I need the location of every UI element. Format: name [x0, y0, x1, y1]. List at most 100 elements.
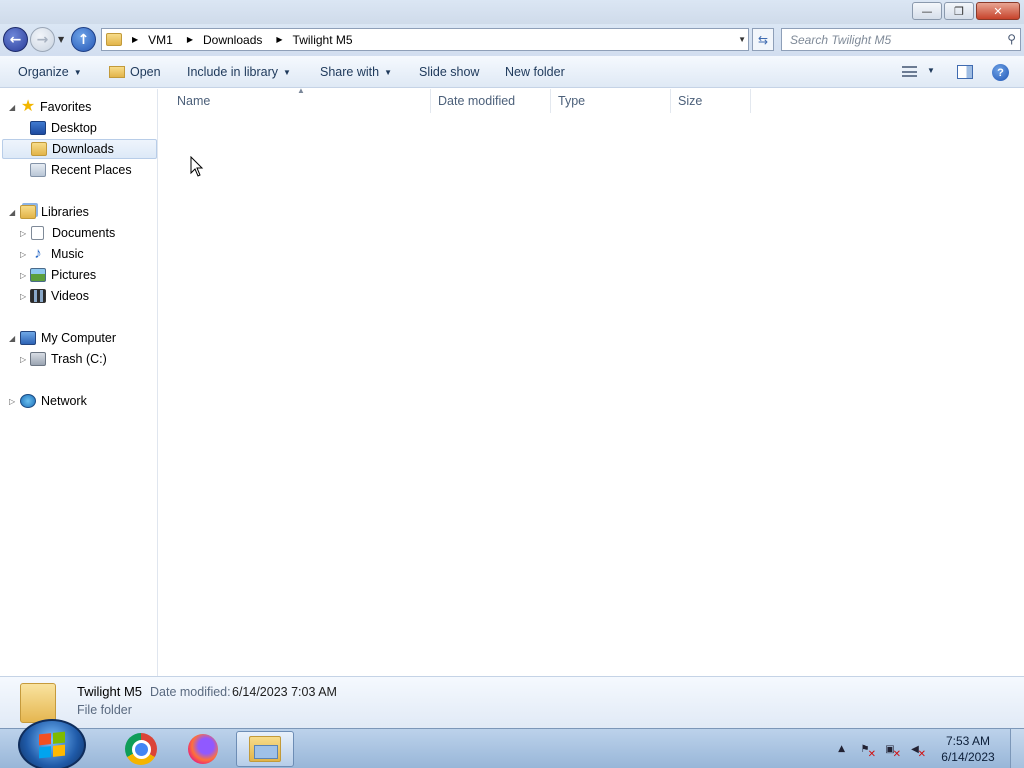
- minimize-button[interactable]: —: [912, 2, 942, 20]
- include-in-library-label: Include in library: [187, 65, 279, 79]
- chrome-icon: [125, 733, 157, 765]
- share-with-button[interactable]: Share with ▼: [320, 65, 392, 79]
- nav-my-computer[interactable]: My Computer: [20, 328, 116, 348]
- nav-libraries[interactable]: Libraries: [20, 202, 89, 222]
- nav-pictures[interactable]: Pictures: [30, 265, 96, 285]
- collapse-arrow-icon[interactable]: ◢: [9, 103, 15, 112]
- change-view-icon[interactable]: [902, 66, 917, 77]
- nav-my-computer-label: My Computer: [41, 331, 117, 345]
- nav-downloads-label: Downloads: [52, 142, 114, 156]
- column-header-date-modified-label: Date modified: [438, 94, 516, 108]
- nav-network[interactable]: Network: [20, 391, 87, 411]
- mouse-cursor-icon: [190, 156, 204, 177]
- column-header-date-modified[interactable]: Date modified: [431, 89, 551, 113]
- refresh-button[interactable]: ⇆: [752, 28, 774, 51]
- column-header-size-label: Size: [678, 94, 703, 108]
- nav-videos[interactable]: Videos: [30, 286, 89, 306]
- recent-pages-dropdown[interactable]: ▼: [58, 35, 64, 44]
- command-bar: Organize ▼ Open Include in library ▼ Share…: [0, 56, 1024, 88]
- help-icon[interactable]: ?: [992, 64, 1009, 81]
- restore-button[interactable]: ❐: [944, 2, 974, 20]
- breadcrumb-separator-icon[interactable]: ▶: [132, 35, 138, 44]
- back-arrow-icon: ←: [9, 31, 22, 48]
- column-header-size[interactable]: Size: [671, 89, 751, 113]
- taskbar: ▲ ⚑ ✕ ▣ ✕ ◀ ✕ 7:53 AM 6/14/2023: [0, 719, 1024, 768]
- computer-icon: [20, 331, 36, 345]
- new-folder-button[interactable]: New folder: [505, 65, 565, 79]
- column-header-name[interactable]: Name ▲: [159, 86, 431, 113]
- preview-pane-icon[interactable]: [957, 65, 973, 79]
- collapse-arrow-icon[interactable]: ◢: [9, 208, 15, 217]
- volume-muted-icon[interactable]: ◀ ✕: [907, 741, 926, 761]
- forward-button[interactable]: →: [30, 27, 55, 52]
- clock-time: 7:53 AM: [945, 734, 991, 748]
- expand-arrow-icon[interactable]: ▷: [20, 355, 26, 364]
- column-header-type[interactable]: Type: [551, 89, 671, 113]
- include-in-library-button[interactable]: Include in library ▼: [187, 65, 291, 79]
- expand-arrow-icon[interactable]: ▷: [20, 250, 26, 259]
- file-list[interactable]: Name ▲ Date modified Type Size: [159, 86, 1024, 676]
- taskbar-windows-explorer[interactable]: [236, 731, 294, 767]
- music-note-icon: ♪: [34, 245, 42, 262]
- search-input[interactable]: Search Twilight M5 ⚲: [781, 28, 1021, 51]
- taskbar-firefox[interactable]: [174, 731, 232, 767]
- desktop-icon: [30, 121, 46, 135]
- libraries-icon: [20, 205, 36, 219]
- chevron-down-icon: ▼: [283, 68, 291, 77]
- nav-recent-places-label: Recent Places: [51, 163, 132, 177]
- show-hidden-icons-icon[interactable]: ▲: [838, 744, 845, 754]
- nav-favorites-label: Favorites: [40, 100, 92, 114]
- breadcrumb-downloads[interactable]: Downloads: [203, 33, 262, 47]
- windows-logo-icon: [39, 731, 65, 759]
- breadcrumb-vm1[interactable]: VM1: [148, 33, 173, 47]
- nav-recent-places[interactable]: Recent Places: [30, 160, 132, 180]
- nav-trash-c[interactable]: Trash (C:): [30, 349, 107, 369]
- nav-music[interactable]: ♪ Music: [30, 244, 83, 264]
- expand-arrow-icon[interactable]: ▷: [20, 271, 26, 280]
- pictures-icon: [30, 268, 46, 282]
- expand-arrow-icon[interactable]: ▷: [9, 397, 15, 406]
- network-status-icon[interactable]: ▣ ✕: [882, 741, 901, 761]
- expand-arrow-icon[interactable]: ▷: [20, 292, 26, 301]
- breadcrumb-twilight-m5[interactable]: Twilight M5: [293, 33, 353, 47]
- window-controls: — ❐ ✕: [910, 2, 1020, 20]
- collapse-arrow-icon[interactable]: ◢: [9, 334, 15, 343]
- title-bar: — ❐ ✕: [0, 0, 1024, 24]
- slide-show-button[interactable]: Slide show: [419, 65, 479, 79]
- breadcrumb-separator-icon[interactable]: ▶: [276, 35, 282, 44]
- nav-desktop-label: Desktop: [51, 121, 97, 135]
- expand-arrow-icon[interactable]: ▷: [20, 229, 26, 238]
- nav-videos-label: Videos: [51, 289, 89, 303]
- search-icon[interactable]: ⚲: [1007, 32, 1016, 46]
- details-pane: Twilight M5 Date modified: 6/14/2023 7:0…: [0, 676, 1024, 728]
- nav-downloads[interactable]: Downloads: [2, 139, 157, 159]
- nav-desktop[interactable]: Desktop: [30, 118, 97, 138]
- close-button[interactable]: ✕: [976, 2, 1020, 20]
- details-date-modified-value: 6/14/2023 7:03 AM: [232, 685, 337, 699]
- organize-button[interactable]: Organize ▼: [18, 65, 82, 79]
- open-label: Open: [130, 65, 161, 79]
- back-button[interactable]: ←: [3, 27, 28, 52]
- view-options-dropdown-icon[interactable]: ▼: [927, 66, 935, 75]
- firefox-icon: [188, 734, 218, 764]
- column-header-name-label: Name: [177, 94, 211, 108]
- show-desktop-button[interactable]: [1010, 729, 1024, 768]
- up-button[interactable]: ↑: [71, 27, 96, 52]
- videos-film-icon: [30, 289, 46, 303]
- documents-icon: [31, 226, 44, 240]
- navigation-pane: ◢ ★ Favorites Desktop Downloads Recent Pl…: [0, 89, 158, 676]
- clock[interactable]: 7:53 AM 6/14/2023: [932, 733, 1004, 765]
- start-button[interactable]: [18, 719, 86, 768]
- nav-documents[interactable]: Documents: [31, 223, 115, 243]
- chevron-down-icon: ▼: [73, 68, 82, 77]
- action-center-flag-icon[interactable]: ⚑ ✕: [857, 741, 876, 761]
- nav-pictures-label: Pictures: [51, 268, 97, 282]
- breadcrumb-separator-icon[interactable]: ▶: [187, 35, 193, 44]
- open-button[interactable]: Open: [109, 65, 161, 79]
- address-dropdown-icon[interactable]: ▼: [738, 35, 746, 44]
- taskbar-chrome[interactable]: [112, 731, 170, 767]
- address-bar[interactable]: ▶ VM1 ▶ Downloads ▶ Twilight M5 ▼: [101, 28, 749, 51]
- sort-ascending-icon: ▲: [297, 86, 305, 95]
- nav-favorites[interactable]: ★ Favorites: [19, 97, 92, 117]
- drive-icon: [30, 352, 46, 366]
